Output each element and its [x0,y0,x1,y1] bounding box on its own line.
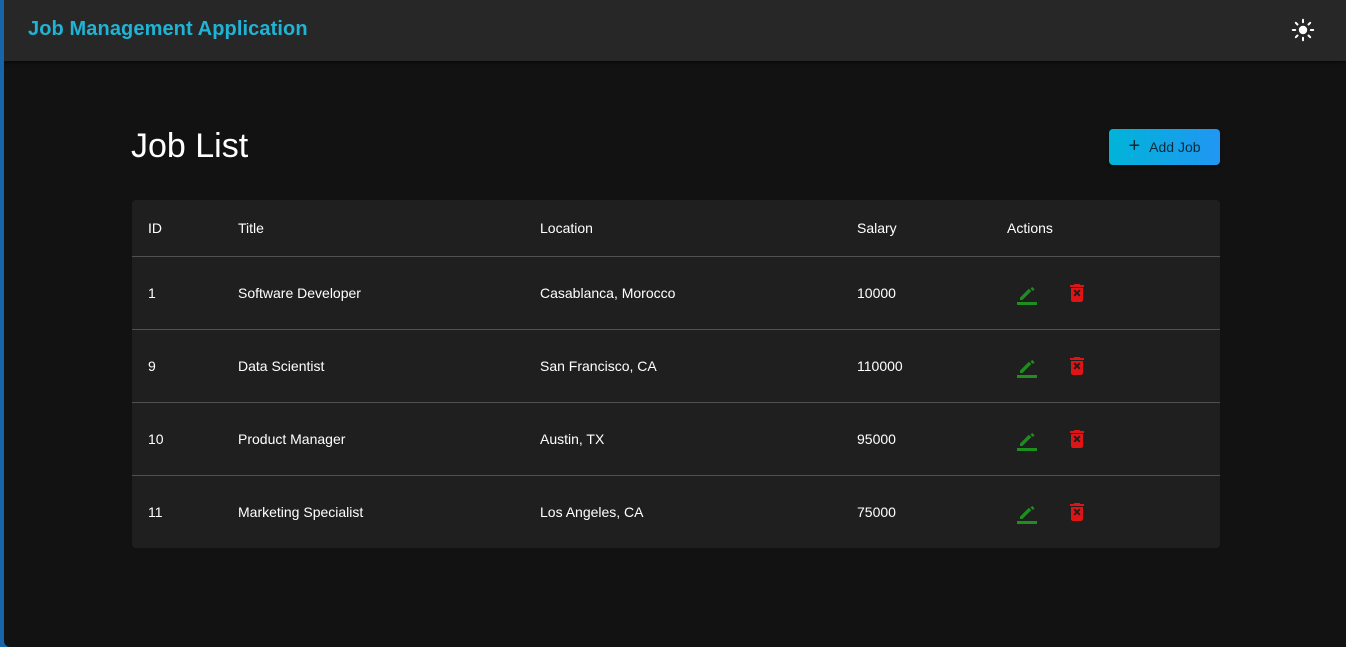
column-header-location: Location [540,200,857,257]
cell-salary: 95000 [857,402,1007,476]
table-row: 11 Marketing Specialist Los Angeles, CA … [132,475,1220,548]
cell-salary: 75000 [857,503,896,520]
column-header-id: ID [132,200,238,257]
edit-button[interactable] [1007,273,1047,313]
delete-button[interactable] [1057,419,1097,459]
row-actions [1007,419,1220,459]
table-row: 10 Product Manager Austin, TX 95000 [132,402,1220,476]
cell-location: San Francisco, CA [540,329,857,403]
column-header-salary: Salary [857,200,1007,257]
cell-actions [1007,475,1220,548]
table-row: 1 Software Developer Casablanca, Morocco… [132,256,1220,330]
cell-id: 11 [148,503,163,520]
edit-button[interactable] [1007,346,1047,386]
pencil-icon [1017,359,1037,378]
trash-icon [1070,356,1084,375]
cell-location: Los Angeles, CA [540,503,644,520]
cell-location: Casablanca, Morocco [540,256,857,330]
trash-icon [1070,429,1084,448]
plus-icon: + [1128,135,1141,157]
delete-button[interactable] [1057,492,1097,532]
add-job-button[interactable]: + Add Job [1109,129,1220,165]
edit-button[interactable] [1007,419,1047,459]
delete-button[interactable] [1057,346,1097,386]
app-window: Job Management Application Job List + Ad… [4,0,1346,647]
cell-id: 9 [132,329,238,403]
row-actions [1007,346,1220,386]
table-header: ID Title Location Salary Actions [132,200,1220,257]
cell-actions [1007,329,1220,403]
cell-salary: 10000 [857,256,1007,330]
job-table-container: ID Title Location Salary Actions 1 Softw… [132,200,1220,548]
table-body: 1 Software Developer Casablanca, Morocco… [132,256,1220,548]
cell-title: Software Developer [238,256,540,330]
pencil-icon [1017,432,1037,451]
edit-button[interactable] [1007,492,1047,532]
pencil-icon [1017,505,1037,524]
sun-icon [1291,18,1315,42]
cell-actions [1007,402,1220,476]
table-row: 9 Data Scientist San Francisco, CA 11000… [132,329,1220,403]
column-header-title: Title [238,200,540,257]
row-actions [1007,492,1220,532]
column-header-actions: Actions [1007,200,1220,257]
trash-icon [1070,502,1084,521]
pencil-icon [1017,286,1037,305]
trash-icon [1070,283,1084,302]
row-actions [1007,273,1220,313]
cell-title: Product Manager [238,402,540,476]
cell-id: 1 [132,256,238,330]
theme-toggle-button[interactable] [1286,13,1320,47]
app-title: Job Management Application [28,18,308,40]
job-table: ID Title Location Salary Actions 1 Softw… [132,200,1220,548]
app-bar: Job Management Application [4,0,1346,61]
add-job-button-label: Add Job [1149,139,1201,155]
delete-button[interactable] [1057,273,1097,313]
header-row: ID Title Location Salary Actions [132,200,1220,257]
cell-title: Marketing Specialist [238,503,364,520]
cell-location: Austin, TX [540,402,857,476]
cell-id: 10 [132,402,238,476]
cell-title: Data Scientist [238,329,540,403]
cell-salary: 110000 [857,329,1007,403]
cell-actions [1007,256,1220,330]
page-title: Job List [131,127,249,165]
